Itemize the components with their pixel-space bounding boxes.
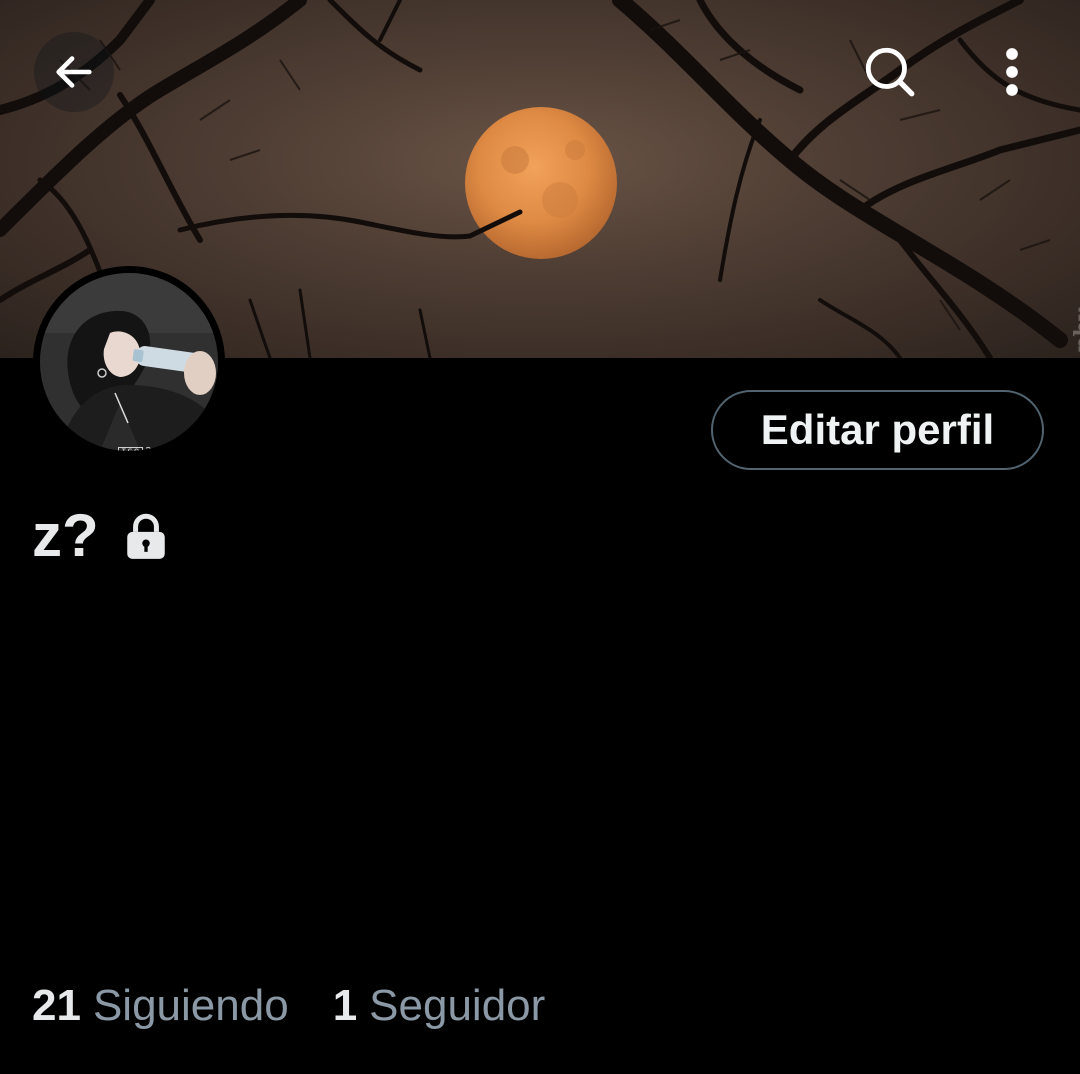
edit-profile-button[interactable]: Editar perfil — [711, 390, 1044, 470]
following-link[interactable]: 21 Siguiendo — [32, 978, 289, 1034]
avatar-photo — [40, 273, 218, 451]
search-icon — [865, 47, 915, 97]
display-name: z? — [32, 502, 99, 569]
more-vertical-icon — [1006, 48, 1018, 96]
banner-watermark: phy — [1070, 308, 1080, 353]
followers-count: 1 — [332, 981, 358, 1030]
lock-icon — [126, 513, 165, 559]
followers-link[interactable]: 1 Seguidor — [333, 978, 546, 1034]
display-name-row: z? — [32, 500, 171, 572]
followers-label: Seguidor — [369, 981, 546, 1030]
follow-stats: 21 Siguiendo 1 Seguidor — [32, 978, 545, 1034]
following-label: Siguiendo — [92, 981, 289, 1030]
profile-screen: phy Editar perfil z? 21 Siguiendo 1 Segu… — [0, 0, 1080, 1074]
moon-shape — [465, 107, 617, 259]
more-options-button[interactable] — [972, 32, 1052, 112]
back-button[interactable] — [34, 32, 114, 112]
avatar-image: ISO2000 — [40, 273, 218, 451]
following-count: 21 — [32, 981, 81, 1030]
arrow-left-icon — [56, 56, 92, 88]
search-button[interactable] — [850, 32, 930, 112]
avatar[interactable]: ISO2000 — [33, 266, 225, 458]
avatar-caption: ISO2000 — [118, 445, 176, 451]
